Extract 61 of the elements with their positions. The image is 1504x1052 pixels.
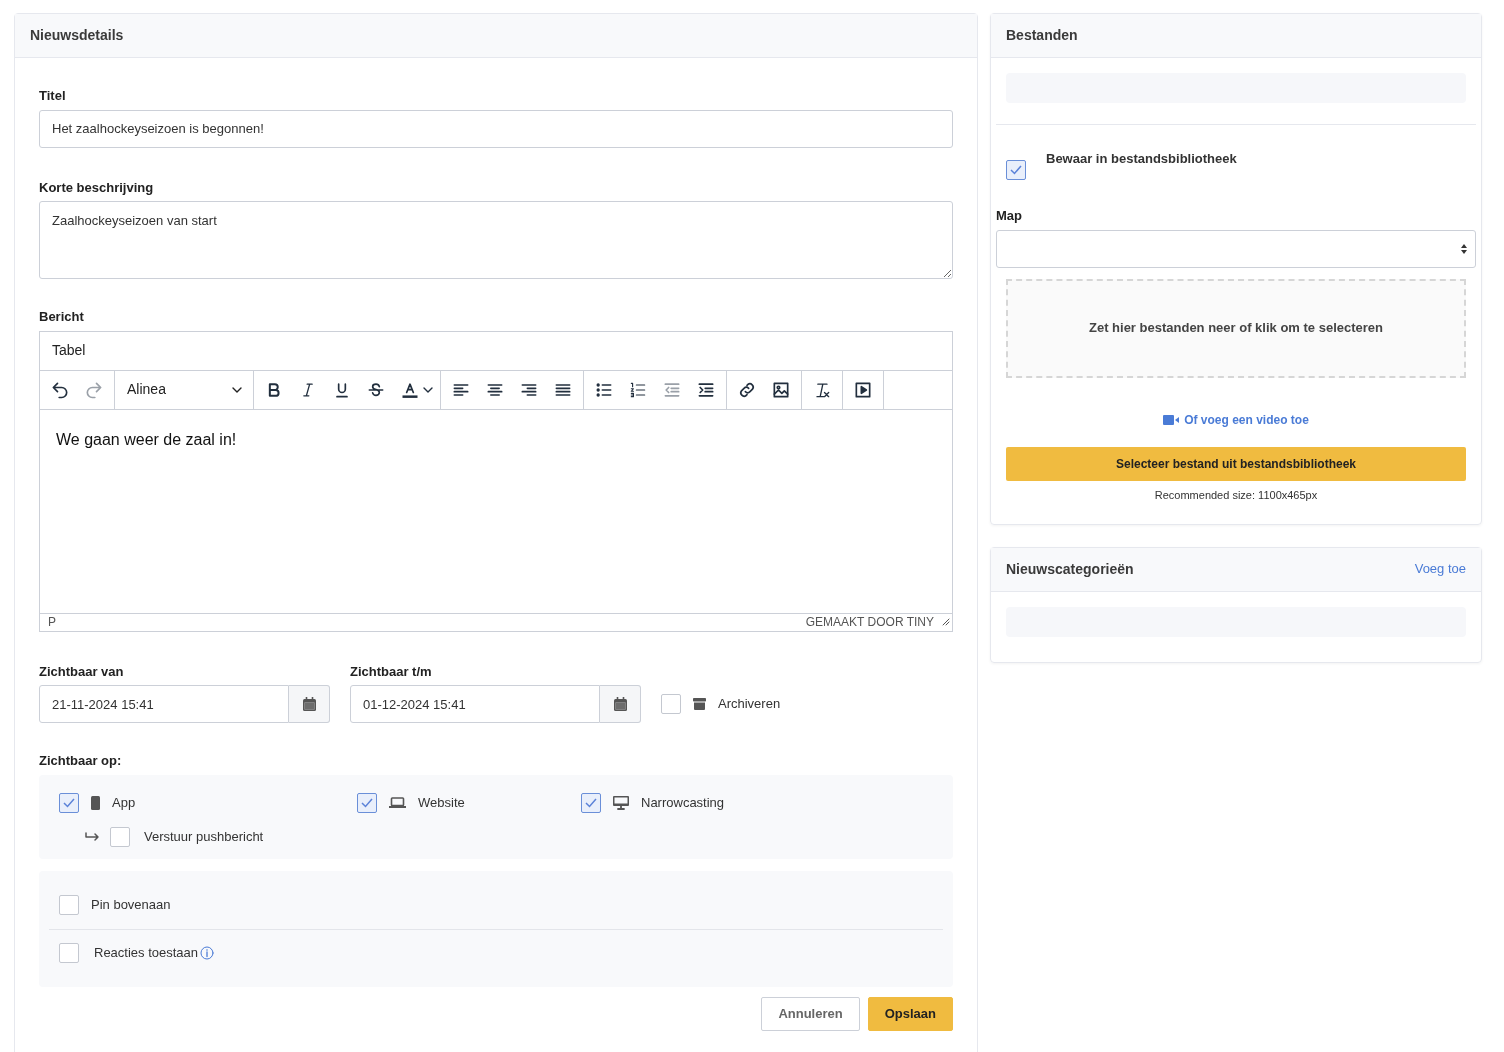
video-camera-icon: [1163, 414, 1180, 425]
calendar-button[interactable]: [600, 685, 641, 723]
checkmark-icon: [361, 797, 373, 808]
channel-checkbox[interactable]: [59, 792, 79, 813]
card-title: Nieuwscategorieën: [1006, 559, 1134, 579]
checkmark-icon: [1010, 165, 1022, 175]
section-label: Zichtbaar op:: [39, 752, 122, 770]
archive-box-icon: [693, 698, 706, 710]
calendar-icon: [302, 697, 316, 711]
checkmark-icon: [63, 797, 75, 808]
field-label: Zichtbaar t/m: [350, 662, 432, 681]
redo-icon: [84, 379, 104, 400]
editor-text: We gaan weer de zaal in!: [55, 429, 238, 450]
add-video-link[interactable]: Of voeg een video toe: [1163, 410, 1309, 429]
menu-item[interactable]: Tabel: [44, 336, 94, 365]
undo-icon: [50, 379, 70, 400]
add-link[interactable]: Voeg toe: [1414, 559, 1466, 579]
block-format-dropdown[interactable]: Alinea: [119, 374, 249, 405]
library-checkbox[interactable]: [1006, 160, 1026, 180]
cancel-button[interactable]: Annuleren: [761, 996, 860, 1031]
field-label: Korte beschrijving: [39, 178, 154, 197]
push-checkbox[interactable]: [110, 826, 130, 847]
archive-checkbox[interactable]: [661, 694, 681, 714]
channel-checkbox[interactable]: [581, 792, 601, 813]
phone-icon: [91, 795, 100, 810]
sub-option-arrow-icon: [85, 831, 100, 842]
card-title: Nieuwsdetails: [15, 14, 977, 58]
sort-arrows-icon: [1461, 243, 1467, 254]
branding-label: GEMAAKT DOOR TINY: [805, 614, 934, 631]
checkbox-label: Pin bovenaan: [91, 895, 171, 914]
save-button[interactable]: Opslaan: [867, 996, 953, 1031]
checkbox-label: Verstuur pushbericht: [144, 827, 264, 846]
checkbox-label: Bewaar in bestandsbibliotheek: [1046, 150, 1237, 168]
field-label: Bericht: [39, 308, 84, 326]
date-until-input[interactable]: 01-12-2024 15:41: [350, 685, 601, 723]
option-checkbox[interactable]: [59, 943, 79, 963]
calendar-icon: [613, 697, 627, 711]
field-label: Titel: [39, 87, 66, 105]
field-label: Map: [996, 207, 1022, 225]
library-button[interactable]: Selecteer bestand uit bestandsbibliotheek: [1006, 447, 1466, 481]
resize-handle-icon[interactable]: [942, 618, 950, 626]
checkbox-label: Website: [418, 793, 465, 812]
element-path: P: [48, 614, 56, 631]
checkmark-icon: [585, 797, 597, 808]
checkbox-label: Reacties toestaan: [94, 944, 199, 963]
size-hint: Recommended size: 1100x465px: [1153, 488, 1319, 503]
file-dropzone[interactable]: Zet hier bestanden neer of klik om te selecteren: [1006, 278, 1466, 378]
description-textarea[interactable]: Zaalhockeyseizoen van start: [39, 201, 953, 279]
checkbox-label: Narrowcasting: [641, 793, 725, 812]
field-label: Zichtbaar van: [39, 662, 124, 681]
checkbox-label: Archiveren: [718, 695, 781, 714]
date-from-input[interactable]: 21-11-2024 15:41: [39, 685, 290, 723]
option-checkbox[interactable]: [59, 894, 79, 915]
title-input[interactable]: Het zaalhockeyseizoen is begonnen!: [39, 109, 953, 148]
monitor-icon: [613, 795, 629, 810]
channel-checkbox[interactable]: [357, 792, 377, 813]
card-title: Bestanden: [991, 14, 1481, 58]
laptop-icon: [389, 797, 406, 808]
calendar-button[interactable]: [289, 685, 330, 723]
checkbox-label: App: [112, 793, 136, 812]
info-icon[interactable]: [200, 946, 215, 960]
